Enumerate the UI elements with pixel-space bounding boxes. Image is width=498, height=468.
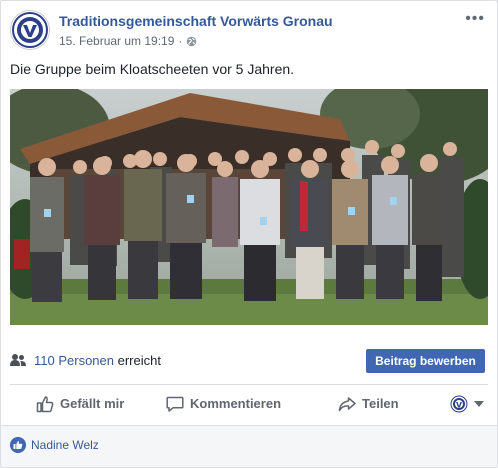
page-avatar-small-icon bbox=[450, 395, 468, 412]
club-logo-icon bbox=[12, 12, 48, 48]
thumbs-up-icon bbox=[36, 395, 54, 412]
meta-separator: · bbox=[178, 34, 183, 48]
promote-post-button[interactable]: Beitrag bewerben bbox=[366, 349, 485, 373]
post-card: Traditionsgemeinschaft Vorwärts Gronau 1… bbox=[0, 0, 498, 468]
post-date[interactable]: 15. Februar um 19:19 bbox=[59, 34, 174, 48]
comment-button[interactable]: Kommentieren bbox=[166, 386, 281, 421]
share-icon bbox=[338, 396, 356, 411]
more-options-icon[interactable]: ••• bbox=[465, 11, 485, 27]
share-label: Teilen bbox=[362, 396, 399, 411]
caret-down-icon bbox=[474, 400, 484, 407]
liker-name-link[interactable]: Nadine Welz bbox=[31, 438, 99, 452]
group-photo-image bbox=[10, 89, 488, 325]
like-reaction-icon bbox=[10, 437, 26, 453]
action-bar: Gefällt mir Kommentieren Teilen bbox=[10, 386, 488, 421]
reach-text: 110 Personen erreicht bbox=[34, 353, 161, 368]
share-button[interactable]: Teilen bbox=[338, 386, 399, 421]
page-name-link[interactable]: Traditionsgemeinschaft Vorwärts Gronau bbox=[59, 13, 333, 29]
reactions-footer: Nadine Welz bbox=[1, 425, 497, 467]
divider bbox=[10, 384, 488, 385]
like-label: Gefällt mir bbox=[60, 396, 125, 411]
people-icon bbox=[10, 354, 26, 366]
post-caption: Die Gruppe beim Kloatscheeten vor 5 Jahr… bbox=[10, 61, 295, 77]
like-button[interactable]: Gefällt mir bbox=[36, 386, 124, 421]
post-header: Traditionsgemeinschaft Vorwärts Gronau 1… bbox=[10, 10, 497, 56]
acting-page-selector[interactable] bbox=[450, 395, 484, 413]
post-meta: 15. Februar um 19:19 · bbox=[59, 34, 197, 48]
globe-icon[interactable] bbox=[186, 36, 197, 47]
reach-count-link[interactable]: 110 Personen bbox=[34, 353, 114, 368]
comment-icon bbox=[166, 396, 184, 412]
post-photo[interactable] bbox=[10, 89, 488, 325]
page-avatar[interactable] bbox=[10, 10, 50, 50]
reach-suffix: erreicht bbox=[114, 353, 161, 368]
comment-label: Kommentieren bbox=[190, 396, 282, 411]
